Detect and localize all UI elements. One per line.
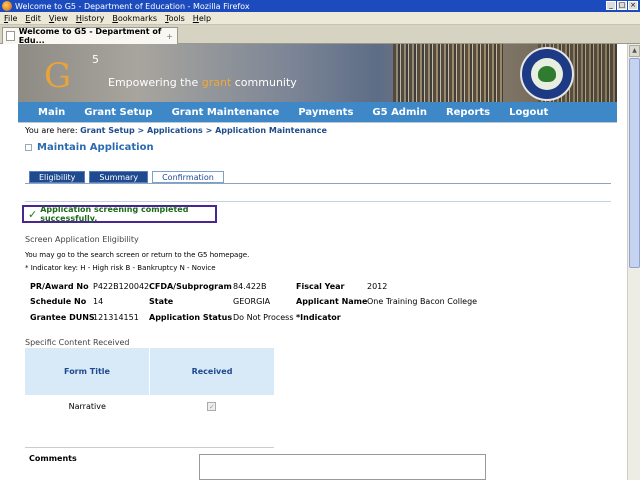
browser-tab-strip: Welcome to G5 - Department of Edu... + [0, 25, 640, 45]
department-seal-icon [520, 47, 574, 101]
scroll-up-icon[interactable]: ▲ [629, 45, 640, 57]
menu-edit[interactable]: Edit [25, 14, 41, 23]
menu-bar: File Edit View History Bookmarks Tools H… [0, 12, 640, 25]
window-controls: _ □ × [606, 1, 638, 10]
tagline-pre: Empowering the [108, 76, 202, 89]
nav-divider [18, 122, 617, 123]
comments-label: Comments [29, 454, 77, 463]
nav-grant-maintenance[interactable]: Grant Maintenance [172, 107, 280, 118]
info-text: You may go to the search screen or retur… [25, 251, 250, 259]
tagline-post: community [231, 76, 297, 89]
window-titlebar: Welcome to G5 - Department of Education … [0, 0, 640, 12]
fiscal-year-label: Fiscal Year [296, 282, 345, 291]
page-gutter-right [617, 44, 627, 480]
menu-help[interactable]: Help [193, 14, 211, 23]
library-shelf-graphic [393, 44, 503, 104]
vertical-scrollbar[interactable]: ▲ [627, 44, 640, 480]
tab-eligibility[interactable]: Eligibility [29, 171, 86, 183]
minimize-button[interactable]: _ [606, 1, 616, 10]
menu-tools[interactable]: Tools [165, 14, 185, 23]
checkmark-icon: ✓ [28, 207, 38, 221]
maximize-button[interactable]: □ [617, 1, 627, 10]
forms-table: Form Title Received Narrative ✓ [25, 348, 274, 417]
menu-history[interactable]: History [76, 14, 104, 23]
specific-content-title: Specific Content Received [25, 338, 130, 347]
form-title-cell: Narrative [68, 401, 106, 411]
nav-payments[interactable]: Payments [298, 107, 353, 118]
cfda-label: CFDA/Subprogram [149, 282, 232, 291]
nav-reports[interactable]: Reports [446, 107, 490, 118]
section-divider [25, 201, 611, 202]
page-content: G 5 Empowering the grant community Main … [18, 44, 617, 480]
nav-main[interactable]: Main [38, 107, 65, 118]
state-label: State [149, 297, 174, 306]
section-title: Screen Application Eligibility [25, 235, 139, 244]
comments-textarea[interactable] [199, 454, 486, 480]
application-status-label: Application Status [149, 313, 233, 322]
title-bullet-icon [25, 144, 32, 151]
indicator-label: *Indicator [296, 313, 341, 322]
cfda-value: 84.422B [233, 282, 267, 291]
grantee-duns-label: Grantee DUNS [30, 313, 95, 322]
nav-logout[interactable]: Logout [509, 107, 548, 118]
page-title: Maintain Application [25, 142, 154, 153]
column-header-form-title: Form Title [25, 348, 150, 395]
firefox-icon [2, 1, 12, 11]
grantee-duns-value: 121314151 [93, 313, 139, 322]
column-header-received: Received [191, 367, 233, 376]
tagline-accent: grant [201, 76, 232, 89]
nav-grant-setup[interactable]: Grant Setup [84, 107, 152, 118]
applicant-name-label: Applicant Name [296, 297, 368, 306]
g5-logo: G [44, 56, 71, 96]
application-status-value: Do Not Process [233, 313, 294, 322]
g5-logo-superscript: 5 [92, 53, 99, 66]
banner-tagline: Empowering the grant community [108, 76, 297, 89]
table-separator [25, 447, 274, 448]
breadcrumb: You are here: Grant Setup > Applications… [25, 126, 327, 135]
close-window-button[interactable]: × [628, 1, 638, 10]
state-value: GEORGIA [233, 297, 271, 306]
success-message-text: Application screening completed successf… [40, 205, 189, 223]
scroll-thumb[interactable] [629, 58, 640, 268]
application-tabs: Eligibility Summary Confirmation [29, 171, 224, 183]
tab-underline [25, 183, 611, 184]
pr-award-label: PR/Award No [30, 282, 89, 291]
success-message: ✓ Application screening completed succes… [22, 205, 217, 223]
window-title: Welcome to G5 - Department of Education … [15, 1, 250, 11]
indicator-key: * Indicator key: H - High risk B - Bankr… [25, 264, 216, 272]
new-tab-icon[interactable]: + [166, 32, 173, 41]
breadcrumb-prefix: You are here: [25, 126, 81, 135]
schedule-value: 14 [93, 297, 104, 306]
g5-banner: G 5 Empowering the grant community [18, 44, 617, 104]
pr-award-value: P422B120042 [93, 282, 150, 291]
applicant-name-value: One Training Bacon College [367, 297, 478, 306]
menu-bookmarks[interactable]: Bookmarks [112, 14, 157, 23]
browser-tab-label: Welcome to G5 - Department of Edu... [18, 27, 162, 45]
seal-tree-icon [538, 66, 556, 82]
breadcrumb-path[interactable]: Grant Setup > Applications > Application… [80, 126, 327, 135]
received-checkbox[interactable]: ✓ [207, 401, 217, 411]
page-title-text: Maintain Application [37, 142, 154, 153]
page-icon [6, 31, 15, 41]
main-nav: Main Grant Setup Grant Maintenance Payme… [18, 102, 617, 122]
nav-g5-admin[interactable]: G5 Admin [372, 107, 427, 118]
tab-summary[interactable]: Summary [89, 171, 149, 183]
menu-view[interactable]: View [49, 14, 68, 23]
browser-tab[interactable]: Welcome to G5 - Department of Edu... + [2, 27, 178, 45]
received-cell: ✓ [150, 395, 275, 417]
fiscal-year-value: 2012 [367, 282, 388, 291]
table-row: Narrative ✓ [25, 395, 274, 417]
menu-file[interactable]: File [4, 14, 17, 23]
tab-confirmation[interactable]: Confirmation [152, 171, 224, 183]
forms-table-header: Form Title Received [25, 348, 274, 395]
schedule-label: Schedule No [30, 297, 87, 306]
page-gutter-left [0, 44, 18, 480]
